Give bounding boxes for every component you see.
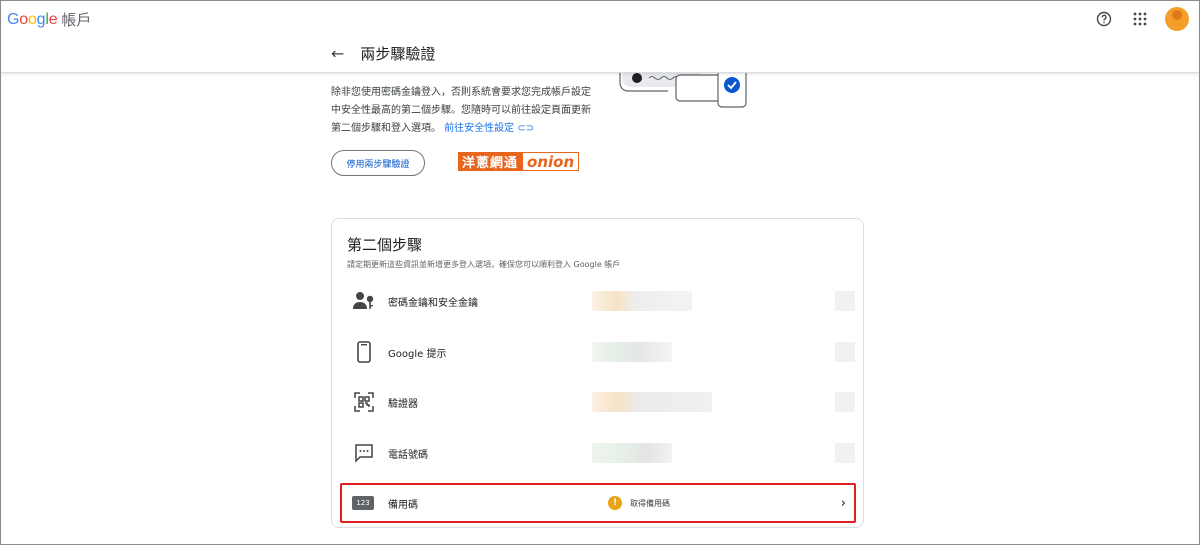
apps-grid-icon[interactable] <box>1129 8 1151 30</box>
wordmark-letter-2: o <box>27 10 37 28</box>
redacted-value <box>592 392 712 412</box>
redacted-action <box>835 342 855 362</box>
person-key-icon <box>352 289 376 313</box>
item-label: 備用碼 <box>388 499 418 511</box>
description: 除非您使用密碼金鑰登入，否則系統會要求您完成帳戶設定中安全性最高的第二個步驟。您… <box>331 84 599 138</box>
redacted-action <box>835 443 855 463</box>
backup-status: 取得備用碼 <box>630 498 670 508</box>
avatar[interactable] <box>1165 7 1189 31</box>
google-account-logo[interactable]: Google 帳戶 <box>7 9 91 30</box>
message-dots-icon <box>352 441 376 465</box>
disable-2sv-button[interactable]: 停用兩步驟驗證 <box>331 150 425 176</box>
page-title: 兩步驟驗證 <box>360 45 436 63</box>
list-item-backup-codes[interactable]: 123 備用碼 ! 取得備用碼 › <box>340 483 856 523</box>
wordmark-letter-5: e <box>48 10 58 28</box>
warning-icon: ! <box>608 496 622 510</box>
redacted-value <box>592 443 672 463</box>
item-label: 密碼金鑰和安全金鑰 <box>388 297 478 309</box>
link-icon: ⊂⊃ <box>517 123 535 134</box>
redacted-action <box>835 291 855 311</box>
top-app-bar: Google 帳戶 ← 兩步驟驗證 <box>1 1 1199 73</box>
wordmark-letter-1: o <box>19 10 28 28</box>
list-item-passkeys[interactable]: 密碼金鑰和安全金鑰 <box>342 276 855 326</box>
account-label: 帳戶 <box>61 12 92 29</box>
help-icon[interactable] <box>1093 8 1115 30</box>
second-step-card: 第二個步驟 請定期更新這些資訊並新增更多登入選項，確保您可以順利登入 Googl… <box>331 218 864 528</box>
item-label: 驗證器 <box>388 398 418 410</box>
watermark-left: 洋蔥網通 <box>458 152 523 171</box>
top-icons <box>1093 7 1189 31</box>
phone-icon <box>352 340 376 364</box>
card-title: 第二個步驟 <box>347 236 423 254</box>
google-wordmark: Google <box>7 10 58 29</box>
onion-watermark: 洋蔥網通 onion <box>458 152 580 171</box>
item-label: 電話號碼 <box>388 449 428 461</box>
list-item-authenticator[interactable]: 驗證器 <box>342 377 855 427</box>
list-item-google-prompt[interactable]: Google 提示 <box>342 327 855 377</box>
page-titlebar: ← 兩步驟驗證 <box>331 43 435 64</box>
qr-scan-icon <box>352 390 376 414</box>
redacted-action <box>835 392 855 412</box>
arrow-left-icon[interactable]: ← <box>331 44 344 63</box>
redacted-value <box>592 291 692 311</box>
watermark-right: onion <box>522 152 580 171</box>
list-item-phone-number[interactable]: 電話號碼 <box>342 428 855 478</box>
security-settings-link[interactable]: 前往安全性設定 ⊂⊃ <box>444 123 534 134</box>
card-subtitle: 請定期更新這些資訊並新增更多登入選項，確保您可以順利登入 Google 帳戶 <box>347 260 621 269</box>
redacted-value <box>592 342 672 362</box>
chevron-right-icon[interactable]: › <box>841 496 846 511</box>
security-illustration <box>619 69 747 108</box>
browser-frame: Google 帳戶 ← 兩步驟驗證 除非您使用密碼金鑰登入，否則系統會要求您完成… <box>0 0 1200 545</box>
security-settings-link-label: 前往安全性設定 <box>444 123 515 134</box>
wordmark-letter-0: G <box>7 10 20 28</box>
backup-code-badge: 123 <box>352 496 374 510</box>
item-label: Google 提示 <box>388 348 447 360</box>
